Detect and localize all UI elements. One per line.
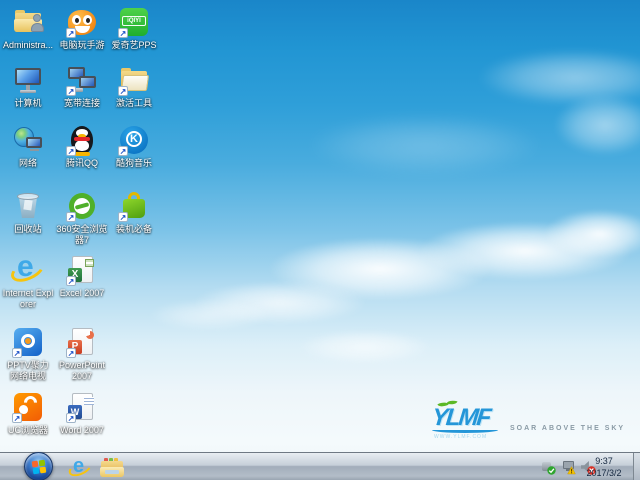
desktop-icon-network[interactable]: 网络 xyxy=(2,124,54,169)
ylmf-logo: YLMF WWW.YLMF.COM SOAR ABOVE THE SKY xyxy=(430,398,623,449)
desktop-icon-label: 装机必备 xyxy=(115,224,152,234)
cloud xyxy=(150,300,270,330)
logo-swoosh xyxy=(432,427,498,433)
desktop: YLMF WWW.YLMF.COM SOAR ABOVE THE SKY Adm… xyxy=(0,0,640,480)
computer-monitor-icon xyxy=(12,64,44,96)
start-button[interactable] xyxy=(24,452,53,480)
network-globe-icon xyxy=(12,124,44,156)
desktop-icon-label: Administra... xyxy=(2,40,53,50)
game-face-icon: ↗ xyxy=(66,6,98,38)
shortcut-arrow-icon: ↗ xyxy=(66,28,76,38)
desktop-icon-label: PPTV聚力 网络电视 xyxy=(7,360,49,381)
desktop-icon-label: 酷狗音乐 xyxy=(115,158,152,168)
taskbar-clock[interactable]: 9:37 2017/3/2 xyxy=(578,455,630,479)
desktop-icon-word[interactable]: W ↗ Word 2007 xyxy=(56,391,108,436)
shortcut-arrow-icon: ↗ xyxy=(66,212,76,222)
ie-icon: e xyxy=(66,455,94,479)
shortcut-arrow-icon: ↗ xyxy=(66,276,76,286)
kugou-k-icon: K ↗ xyxy=(118,124,150,156)
desktop-icon-label: 360安全浏览器7 xyxy=(56,224,108,245)
desktop-icon-label: 回收站 xyxy=(14,224,42,234)
folder-icon xyxy=(100,457,124,478)
iqiyi-icon: iQIYI ↗ xyxy=(118,6,150,38)
broadband-connection-icon: ↗ xyxy=(66,64,98,96)
desktop-icon-broadband[interactable]: ↗ 宽带连接 xyxy=(56,64,108,109)
cloud xyxy=(545,210,640,258)
pptv-icon: ↗ xyxy=(12,326,44,358)
desktop-icon-kugou-music[interactable]: K ↗ 酷狗音乐 xyxy=(108,124,160,169)
shortcut-arrow-icon: ↗ xyxy=(118,146,128,156)
desktop-icon-uc-browser[interactable]: ↗ UC浏览器 xyxy=(2,391,54,436)
user-folder-icon xyxy=(12,6,44,38)
excel-icon: X ↗ xyxy=(66,254,98,286)
shortcut-arrow-icon: ↗ xyxy=(118,28,128,38)
uc-squirrel-icon: ↗ xyxy=(12,391,44,423)
taskbar: e 9:37 2017/3/2 xyxy=(0,452,640,480)
safely-remove-hardware-icon[interactable] xyxy=(540,459,556,475)
desktop-icon-essential-software[interactable]: ↗ 装机必备 xyxy=(108,190,160,235)
desktop-icon-label: 网络 xyxy=(18,158,37,168)
desktop-icon-label: 宽带连接 xyxy=(63,98,100,108)
shortcut-arrow-icon: ↗ xyxy=(66,146,76,156)
desktop-icon-label: 激活工具 xyxy=(115,98,152,108)
desktop-icon-tencent-qq[interactable]: ↗ 腾讯QQ xyxy=(56,124,108,169)
desktop-icon-label: 腾讯QQ xyxy=(65,158,98,168)
desktop-icon-label: Excel 2007 xyxy=(59,288,105,298)
desktop-icon-label: 爱奇艺PPS xyxy=(111,40,157,50)
folder-icon: ↗ xyxy=(118,64,150,96)
windows-flag-icon xyxy=(31,459,47,475)
cloud xyxy=(480,50,640,105)
desktop-icon-computer[interactable]: 计算机 xyxy=(2,64,54,109)
clock-time: 9:37 xyxy=(595,456,613,466)
cloud xyxy=(555,95,640,155)
desktop-icon-recycle-bin[interactable]: 回收站 xyxy=(2,190,54,235)
360-browser-icon: ↗ xyxy=(66,190,98,222)
shopping-bag-icon: ↗ xyxy=(118,190,150,222)
show-desktop-button[interactable] xyxy=(633,453,640,480)
word-icon: W ↗ xyxy=(66,391,98,423)
ie-icon: e xyxy=(7,251,48,287)
shortcut-arrow-icon: ↗ xyxy=(118,86,128,96)
desktop-icon-excel[interactable]: X ↗ Excel 2007 xyxy=(56,254,108,299)
desktop-icon-label: 电脑玩手游 xyxy=(59,40,105,50)
cloud xyxy=(270,238,490,300)
desktop-icon-internet-explorer[interactable]: e Internet Explorer xyxy=(2,251,54,310)
cloud xyxy=(195,282,365,324)
desktop-icon-pptv[interactable]: ↗ PPTV聚力 网络电视 xyxy=(2,326,54,382)
shortcut-arrow-icon: ↗ xyxy=(66,86,76,96)
shortcut-arrow-icon: ↗ xyxy=(66,413,76,423)
desktop-icon-label: Word 2007 xyxy=(60,425,104,435)
clock-date: 2017/3/2 xyxy=(586,468,622,478)
desktop-icon-powerpoint[interactable]: P ↗ PowerPoint 2007 xyxy=(56,326,108,382)
shortcut-arrow-icon: ↗ xyxy=(118,212,128,222)
taskbar-internet-explorer-button[interactable]: e xyxy=(66,455,94,479)
desktop-icon-label: 计算机 xyxy=(14,98,42,108)
network-status-warning-icon[interactable] xyxy=(560,459,576,475)
desktop-icon-label: UC浏览器 xyxy=(8,425,48,435)
ylmf-url: WWW.YLMF.COM xyxy=(434,434,488,440)
cloud xyxy=(300,330,430,364)
shortcut-arrow-icon: ↗ xyxy=(66,348,76,358)
desktop-icon-360-browser[interactable]: ↗ 360安全浏览器7 xyxy=(56,190,108,246)
shortcut-arrow-icon: ↗ xyxy=(12,413,22,423)
recycle-bin-icon xyxy=(12,190,44,222)
desktop-icon-pc-play-mobile-games[interactable]: ↗ 电脑玩手游 xyxy=(56,6,108,51)
cloud xyxy=(420,222,630,280)
shortcut-arrow-icon: ↗ xyxy=(12,348,22,358)
ylmf-tagline: SOAR ABOVE THE SKY xyxy=(510,425,626,432)
desktop-icon-label: Internet Explorer xyxy=(2,288,54,309)
desktop-icon-label: PowerPoint 2007 xyxy=(58,360,106,381)
taskbar-windows-explorer-button[interactable] xyxy=(98,456,126,479)
powerpoint-icon: P ↗ xyxy=(66,326,98,358)
desktop-icon-activation-tools[interactable]: ↗ 激活工具 xyxy=(108,64,160,109)
desktop-icon-iqiyi-pps[interactable]: iQIYI ↗ 爱奇艺PPS xyxy=(108,6,160,51)
qq-penguin-icon: ↗ xyxy=(66,124,98,156)
desktop-icon-administrator[interactable]: Administra... xyxy=(2,6,54,51)
cloud xyxy=(310,115,540,175)
